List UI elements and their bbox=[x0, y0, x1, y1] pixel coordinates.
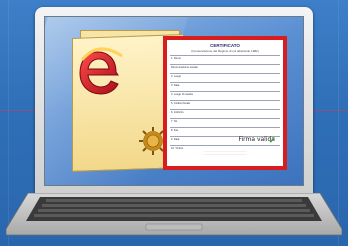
field-label: 5. Codice fiscale bbox=[171, 102, 191, 105]
field-label: 1. Nome bbox=[171, 57, 181, 60]
certificate-field: 1. Nome bbox=[170, 55, 280, 64]
field-label: 2. Luogo bbox=[171, 75, 182, 78]
checkmark-icon: ✓ bbox=[268, 135, 276, 145]
e-logo-icon bbox=[79, 47, 123, 95]
certificate-footer: ········································… bbox=[203, 151, 247, 157]
field-label: 4. Luogo di nascita bbox=[171, 93, 193, 96]
certificate-subtitle: (Conservazione del Regime di cui all'art… bbox=[191, 49, 259, 53]
field-label: Denominazione sociale bbox=[171, 66, 198, 69]
field-label: 9. Data bbox=[171, 138, 180, 141]
certificate-field: 5. Codice fiscale bbox=[170, 100, 280, 109]
field-label: 10. Timbro bbox=[171, 147, 184, 150]
field-label: 6. Indirizzo bbox=[171, 111, 184, 114]
certificate-field: 7. Tel bbox=[170, 118, 280, 127]
certificate-body: CERTIFICATO (Conservazione del Regime di… bbox=[170, 43, 280, 163]
field-label: 8. Fax bbox=[171, 129, 179, 132]
certificate-field: 6. Indirizzo bbox=[170, 109, 280, 118]
field-label: 7. Tel bbox=[171, 120, 178, 123]
field-label: 3. Data bbox=[171, 84, 180, 87]
certificate-field: 3. Data bbox=[170, 82, 280, 91]
certificate-title: CERTIFICATO bbox=[210, 43, 240, 48]
certificate-document: CERTIFICATO (Conservazione del Regime di… bbox=[163, 36, 287, 170]
certificate-field: 4. Luogo di nascita bbox=[170, 91, 280, 100]
laptop-keyboard-base bbox=[6, 193, 342, 236]
certificate-field: Denominazione sociale bbox=[170, 64, 280, 73]
certificate-field: 2. Luogo bbox=[170, 73, 280, 82]
certificate-field: 8. Fax bbox=[170, 127, 280, 136]
